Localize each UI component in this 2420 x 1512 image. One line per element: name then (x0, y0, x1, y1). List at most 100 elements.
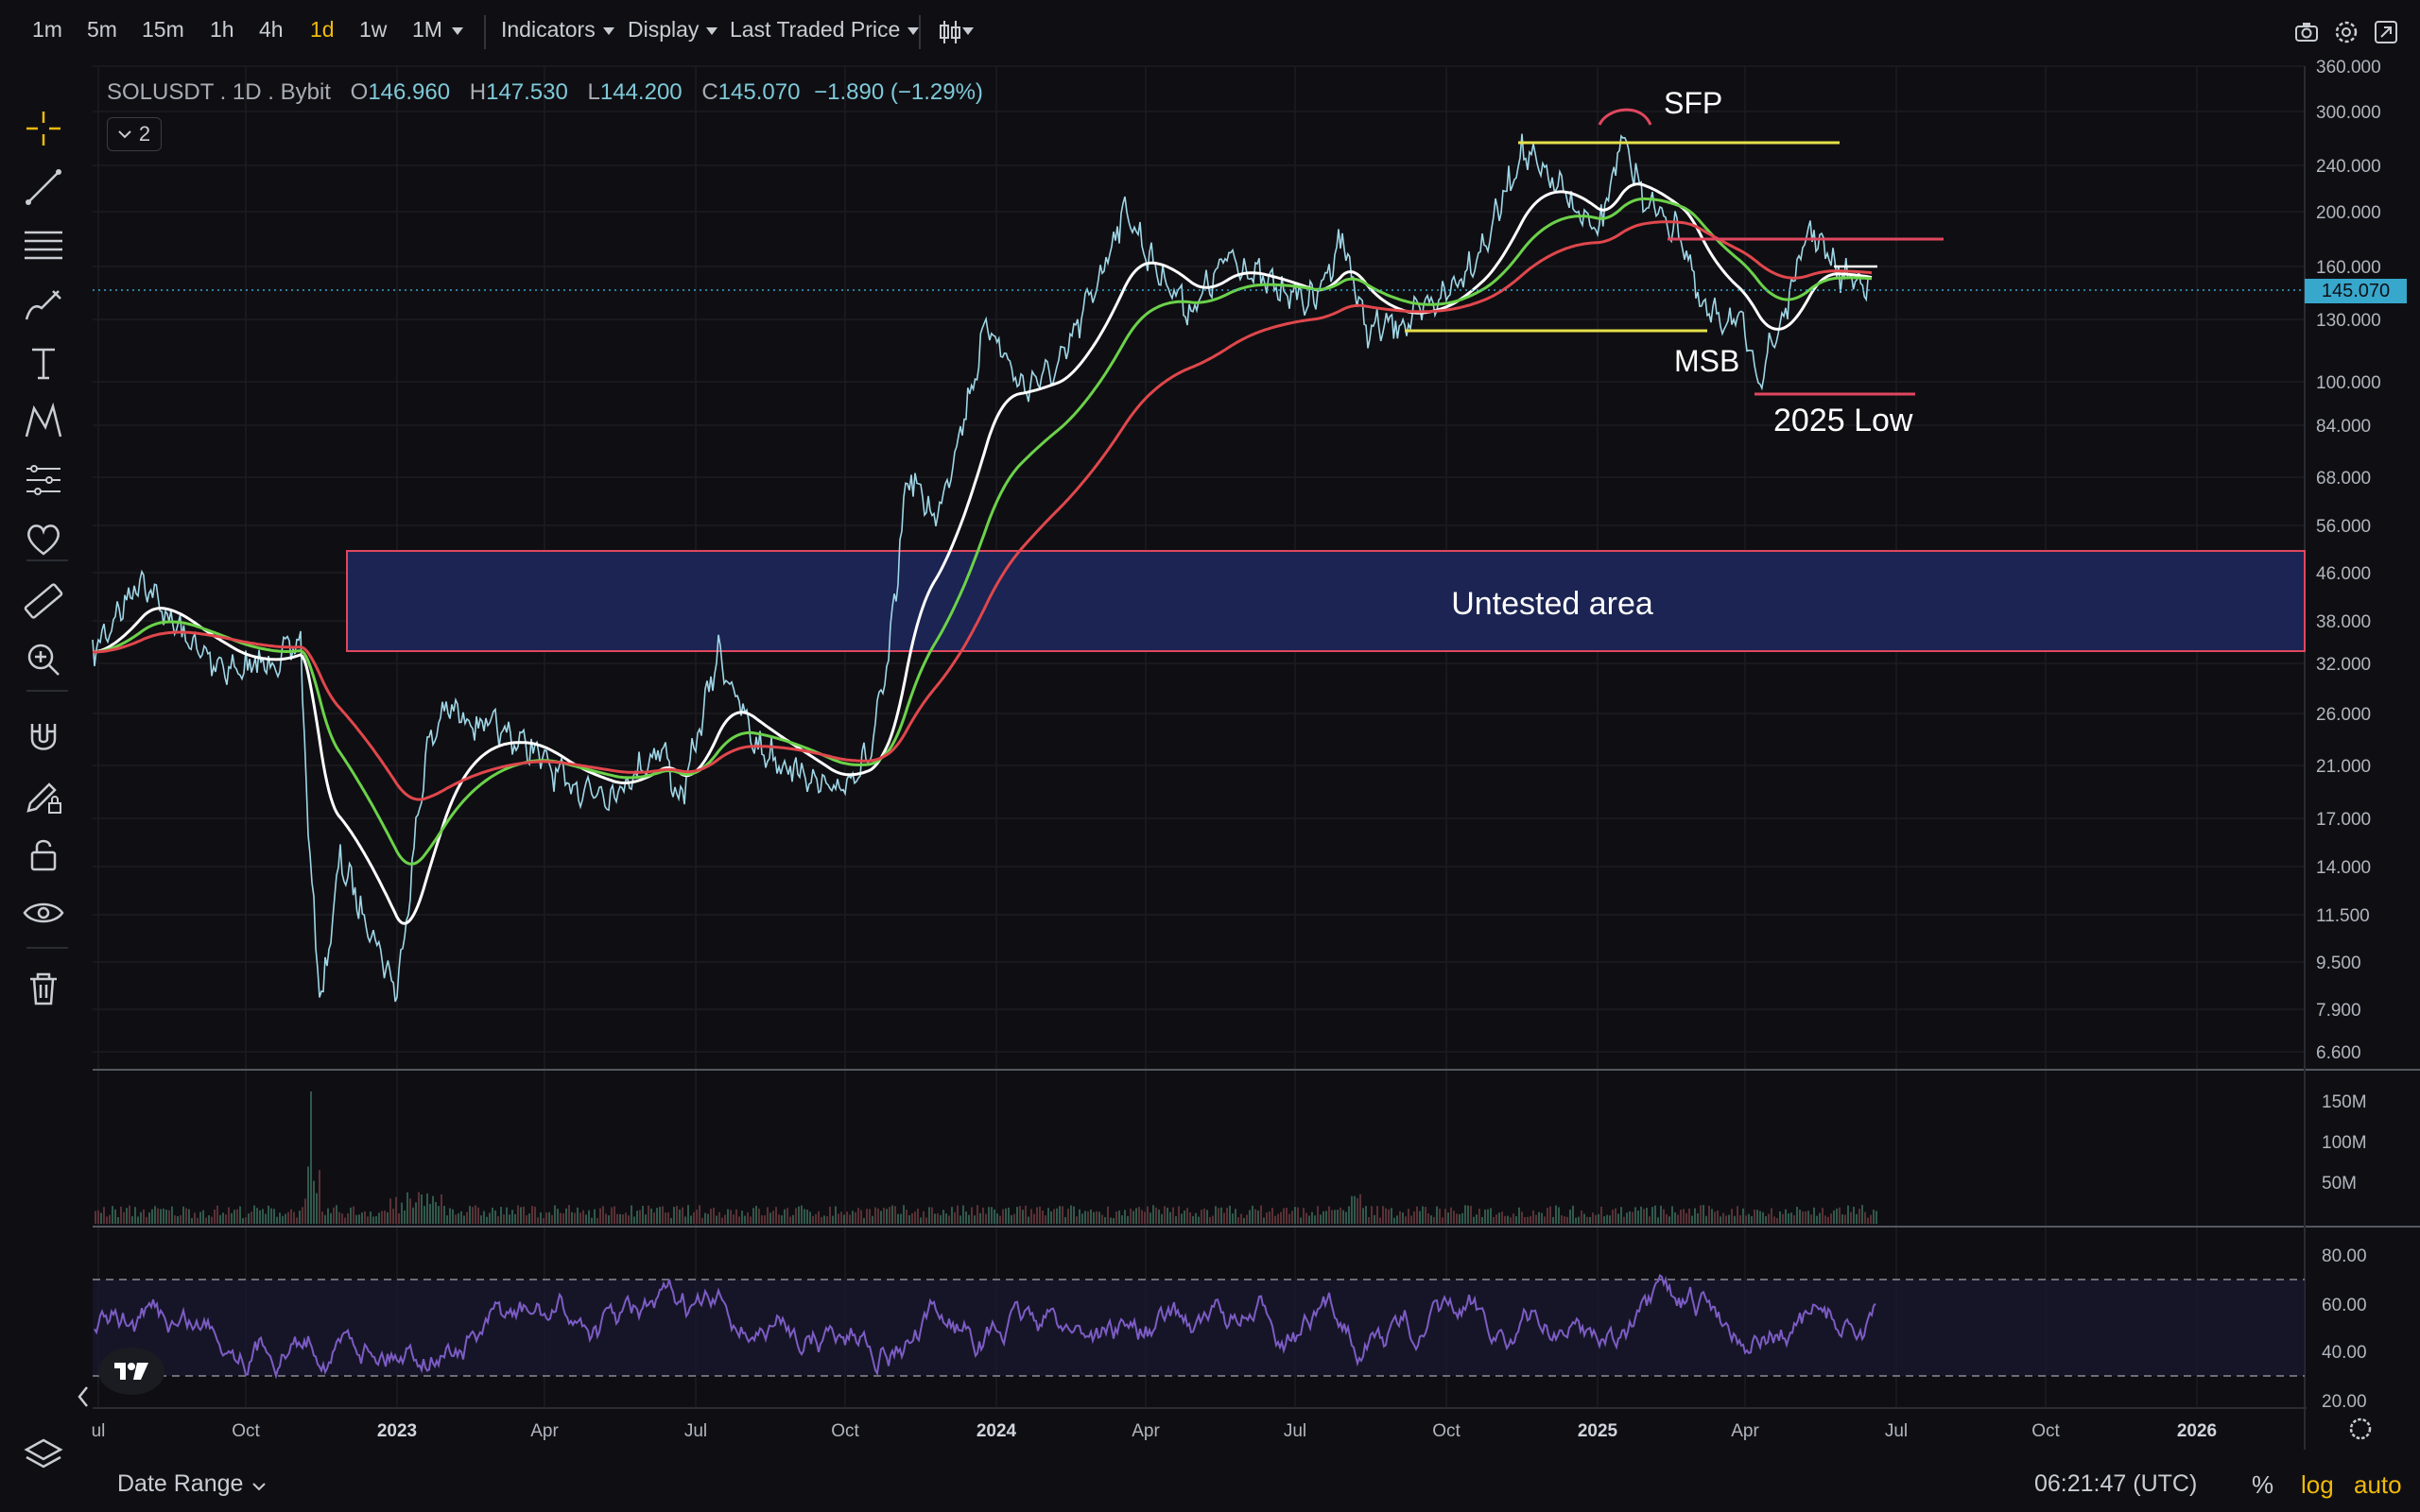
untested-area-zone[interactable] (346, 550, 2306, 652)
untested-area-label: Untested area (1451, 586, 1653, 622)
volume-bar (1847, 1205, 1849, 1224)
rsi-pane (93, 1273, 2305, 1380)
volume-bar (1215, 1206, 1217, 1224)
collapse-arrow-icon[interactable] (78, 1386, 88, 1407)
volume-bar (1651, 1207, 1653, 1224)
time-axis-label: Oct (1432, 1421, 1461, 1441)
price-axis-label: 26.000 (2316, 705, 2371, 725)
price-axis[interactable]: 360.000 300.000 240.000 200.000 160.000 130.0… (2316, 58, 2381, 1063)
volume-bar (126, 1208, 128, 1224)
volume-bar (361, 1212, 363, 1224)
time-axis-label: 2024 (977, 1421, 1017, 1441)
volume-bar (735, 1209, 737, 1224)
rsi-axis-label: 60.00 (2322, 1296, 2367, 1315)
volume-bar (1473, 1216, 1475, 1224)
indicators-toggle[interactable]: 2 (107, 117, 162, 151)
volume-bar (455, 1214, 457, 1224)
volume-bar (1779, 1211, 1781, 1224)
volume-bar (367, 1216, 369, 1224)
volume-bar (798, 1206, 800, 1224)
volume-bar (682, 1207, 683, 1224)
percent-scale-toggle[interactable]: % (2252, 1470, 2273, 1500)
price-axis-label: 46.000 (2316, 564, 2371, 584)
symbol-legend: SOLUSDT . 1D . Bybit O146.960 H147.530 L… (107, 79, 983, 106)
volume-axis: 150M 100M 50M (2322, 1092, 2367, 1194)
volume-bar (772, 1211, 774, 1224)
volume-bar (1002, 1209, 1004, 1224)
volume-bar (962, 1205, 964, 1224)
volume-bar (1603, 1216, 1605, 1224)
tradingview-logo[interactable] (98, 1348, 164, 1395)
volume-bar (475, 1205, 476, 1224)
date-range-button[interactable]: Date Range (117, 1470, 267, 1498)
volume-bar (1152, 1205, 1154, 1224)
volume-bar (1870, 1214, 1872, 1224)
auto-scale-toggle[interactable]: auto (2354, 1470, 2402, 1500)
volume-bar (577, 1207, 579, 1224)
volume-bar (1864, 1211, 1866, 1224)
volume-bar (387, 1211, 389, 1224)
volume-bar (679, 1209, 681, 1224)
volume-axis-label: 150M (2322, 1092, 2367, 1112)
volume-bar (208, 1215, 210, 1224)
volume-bar (1056, 1208, 1058, 1224)
volume-bar (1688, 1208, 1690, 1224)
price-axis-label: 200.000 (2316, 203, 2381, 223)
volume-bar (1447, 1212, 1449, 1224)
volume-bar (1317, 1206, 1319, 1224)
volume-bar (1802, 1211, 1804, 1224)
volume-bar (775, 1207, 777, 1224)
volume-bar (789, 1216, 791, 1224)
volume-bar (1045, 1215, 1046, 1224)
volume-bar (435, 1202, 437, 1224)
low-label: L (587, 79, 600, 105)
volume-bar (557, 1209, 559, 1224)
volume-bar (767, 1207, 769, 1224)
time-axis-settings[interactable] (2349, 1418, 2372, 1440)
volume-bar (1243, 1217, 1245, 1224)
symbol-name[interactable]: SOLUSDT . 1D . Bybit (107, 79, 331, 105)
volume-bar (957, 1205, 959, 1224)
volume-bar (1674, 1211, 1676, 1224)
volume-bar (1876, 1211, 1877, 1224)
volume-bar (1286, 1207, 1288, 1224)
volume-bar (1232, 1213, 1234, 1224)
utc-clock[interactable]: 06:21:47 (UTC) (2034, 1470, 2197, 1498)
annotations[interactable]: SFP MSB 2025 Low Untested area (1405, 86, 1944, 622)
volume-bar (279, 1212, 281, 1224)
volume-bar (1819, 1212, 1821, 1224)
volume-bar (784, 1209, 786, 1224)
log-scale-toggle[interactable]: log (2301, 1470, 2334, 1500)
volume-bar (1544, 1216, 1546, 1224)
volume-bar (1782, 1213, 1784, 1224)
volume-bar (877, 1208, 879, 1224)
volume-bar (378, 1212, 380, 1224)
volume-bar (1510, 1217, 1512, 1224)
volume-bar (761, 1215, 763, 1224)
volume-bar (1198, 1216, 1200, 1224)
volume-bar (1303, 1208, 1305, 1224)
volume-bar (1314, 1215, 1316, 1224)
price-axis-label: 21.000 (2316, 757, 2371, 777)
volume-bar (1362, 1208, 1364, 1224)
volume-bar (1805, 1211, 1806, 1224)
volume-bar (163, 1208, 164, 1224)
volume-bar (1385, 1208, 1387, 1224)
volume-bar (971, 1207, 973, 1224)
time-axis-label: 2026 (2177, 1421, 2217, 1441)
volume-bar (653, 1212, 655, 1224)
volume-bar (923, 1211, 925, 1224)
volume-bar (948, 1215, 950, 1224)
volume-bar (1626, 1212, 1628, 1224)
volume-bar (911, 1212, 913, 1224)
time-axis[interactable]: ul Oct 2023 Apr Jul Oct 2024 Apr Jul Oct 2025 Apr Ju… (92, 1421, 2218, 1441)
volume-bar (316, 1193, 318, 1224)
volume-bar (891, 1205, 893, 1224)
volume-bar (1223, 1212, 1225, 1224)
volume-bar (1476, 1214, 1478, 1224)
volume-bar (265, 1213, 267, 1224)
volume-bar (1271, 1208, 1273, 1224)
volume-bar (353, 1206, 354, 1224)
msb-label: MSB (1674, 344, 1739, 378)
chart-canvas[interactable]: SFP MSB 2025 Low Untested area 360.000 30… (0, 0, 2420, 1512)
